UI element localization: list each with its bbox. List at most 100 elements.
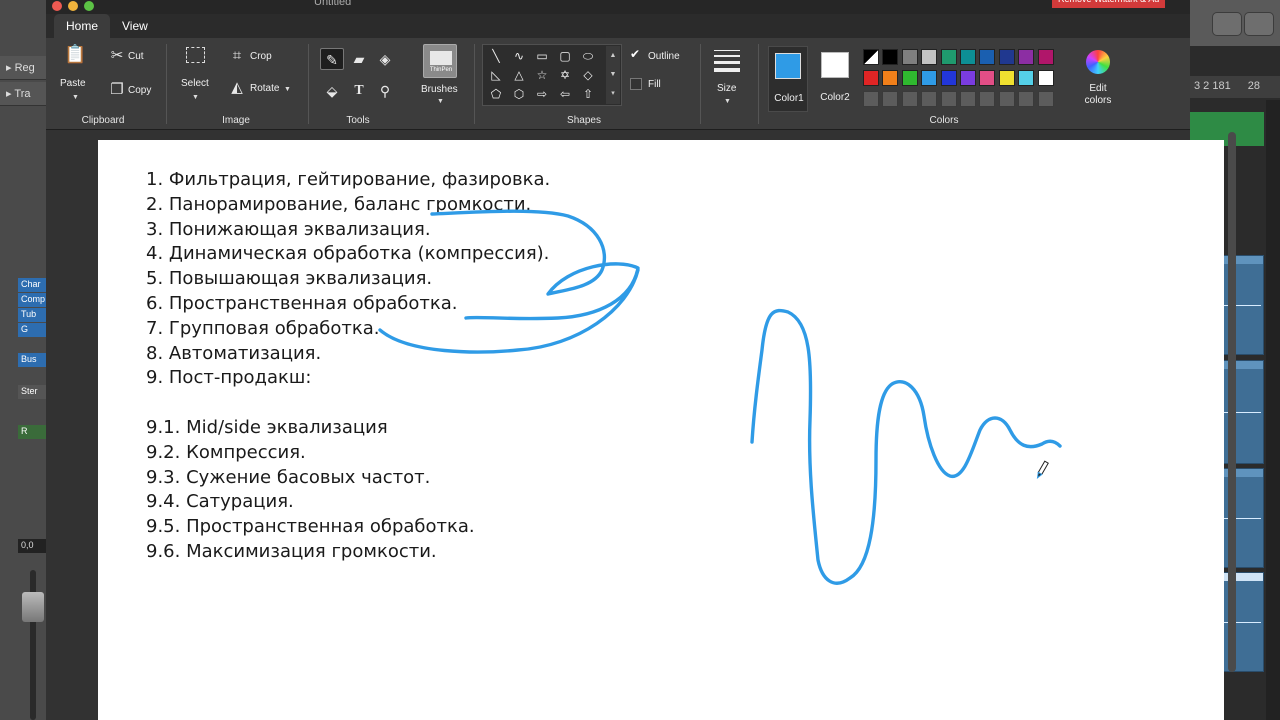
palette-custom-slot[interactable] [921,91,938,107]
daw-read-button[interactable]: R [18,425,46,439]
palette-custom-slot[interactable] [1037,91,1054,107]
copy-button[interactable]: Copy [128,85,151,96]
daw-plugin-slot[interactable]: Tub [18,308,46,322]
palette-swatch[interactable] [1037,70,1054,86]
fill-checkbox[interactable] [630,78,642,90]
crop-button[interactable]: Crop [250,51,272,62]
edit-colors-button[interactable]: Edit colors [1076,83,1120,107]
pentagon-shape[interactable]: ⬠ [486,84,506,104]
daw-region-row[interactable]: ▸ Reg [0,56,46,80]
cut-button[interactable]: Cut [128,51,144,62]
palette-swatch[interactable] [940,49,957,65]
chevron-down-icon[interactable]: ▼ [72,94,79,101]
palette-swatch[interactable] [921,70,938,86]
drawing-canvas[interactable]: 1. Фильтрация, гейтирование, фазировка. 2… [98,140,1224,720]
canvas-scrollbar[interactable] [1228,132,1236,672]
hexagram-shape[interactable]: ✡ [555,65,575,85]
daw-plugin-slot[interactable]: Comp [18,293,46,307]
palette-custom-slot[interactable] [1018,91,1035,107]
daw-track-row[interactable]: ▸ Tra [0,82,46,106]
color-wheel-icon [1086,50,1110,74]
palette-swatch[interactable] [1018,49,1035,65]
eraser-tool[interactable]: ▰ [347,48,371,70]
color-picker-tool[interactable]: ⚲ [373,80,397,102]
palette-swatch[interactable] [882,70,899,86]
chevron-down-icon[interactable]: ▼ [437,98,444,105]
palette-swatch[interactable] [979,70,996,86]
arrow-right-icon: ⇨ [536,87,548,101]
diamond-shape[interactable]: ◇ [578,65,598,85]
daw-toolbar-button[interactable] [1212,12,1242,36]
palette-swatch[interactable] [1018,70,1035,86]
palette-swatch[interactable] [998,49,1015,65]
daw-toolbar-button[interactable] [1244,12,1274,36]
daw-volume-fader-handle[interactable] [22,592,44,622]
chevron-down-icon[interactable]: ▼ [284,86,291,93]
text-tool[interactable]: T [347,80,371,102]
rounded-rectangle-shape[interactable]: ▢ [555,46,575,66]
palette-custom-slot[interactable] [998,91,1015,107]
daw-plugin-slot[interactable]: G [18,323,46,337]
star-shape[interactable]: ☆ [532,65,552,85]
fill-tool[interactable]: ◈ [373,48,397,70]
eraser-icon: ▰ [353,51,365,67]
daw-region-label: Reg [14,62,35,74]
paste-button[interactable]: Paste [60,78,86,89]
palette-swatch[interactable] [863,49,879,65]
palette-swatch[interactable] [901,70,918,86]
select-button[interactable]: Select [181,78,209,89]
triangle-shape[interactable]: △ [509,65,529,85]
bucket-tool[interactable]: ⬙ [320,80,344,102]
color1-button[interactable]: Color1 [768,46,808,112]
rotate-button[interactable]: Rotate [250,83,279,94]
arrow-left-shape[interactable]: ⇦ [555,84,575,104]
palette-swatch[interactable] [998,70,1015,86]
daw-plugin-slot[interactable]: Char [18,278,46,292]
palette-swatch[interactable] [901,49,918,65]
palette-custom-slot[interactable] [960,91,976,107]
palette-swatch[interactable] [940,70,957,86]
arrow-right-shape[interactable]: ⇨ [532,84,552,104]
chevron-down-icon[interactable]: ▼ [192,94,199,101]
curve-shape[interactable]: ∿ [509,46,529,66]
line-shape[interactable]: ╲ [486,46,506,66]
palette-swatch[interactable] [960,49,976,65]
chevron-down-icon[interactable]: ▼ [724,98,731,105]
palette-swatch[interactable] [979,49,996,65]
palette-swatch[interactable] [863,70,879,86]
oval-icon: ⬭ [582,49,594,63]
color2-button[interactable]: Color2 [812,46,858,112]
daw-output-slot[interactable]: Ster [18,385,46,399]
shapes-scroll[interactable]: ▲ ▼ ▾ [606,46,620,104]
tab-view[interactable]: View [110,14,160,38]
palette-swatch[interactable] [960,70,976,86]
ribbon-divider [758,44,759,124]
palette-custom-slot[interactable] [882,91,899,107]
bucket-icon: ⬙ [326,83,338,99]
daw-bus-slot[interactable]: Bus [18,353,46,367]
arrow-up-shape[interactable]: ⇧ [578,84,598,104]
palette-custom-slot[interactable] [863,91,879,107]
zoom-window-button[interactable] [84,1,94,11]
brushes-button[interactable]: ThinPen [423,44,457,78]
rectangle-shape[interactable]: ▭ [532,46,552,66]
outline-checkbox[interactable]: ✔ [630,48,642,60]
hexagon-shape[interactable]: ⬡ [509,84,529,104]
palette-custom-slot[interactable] [901,91,918,107]
tab-home[interactable]: Home [54,14,111,38]
daw-ruler[interactable]: 3 2 181 28 [1190,76,1280,98]
pencil-tool[interactable]: ✎ [320,48,344,70]
right-triangle-shape[interactable]: ◺ [486,65,506,85]
size-button[interactable]: Size [717,83,736,94]
daw-scrollbar[interactable] [1266,100,1280,720]
palette-swatch[interactable] [1037,49,1054,65]
pentagon-icon: ⬠ [490,87,502,101]
oval-shape[interactable]: ⬭ [578,46,598,66]
remove-watermark-button[interactable]: Remove Watermark & Ad [1052,0,1166,8]
palette-swatch[interactable] [882,49,899,65]
palette-swatch[interactable] [921,49,938,65]
minimize-window-button[interactable] [68,1,78,11]
close-window-button[interactable] [52,1,62,11]
palette-custom-slot[interactable] [979,91,996,107]
palette-custom-slot[interactable] [940,91,957,107]
